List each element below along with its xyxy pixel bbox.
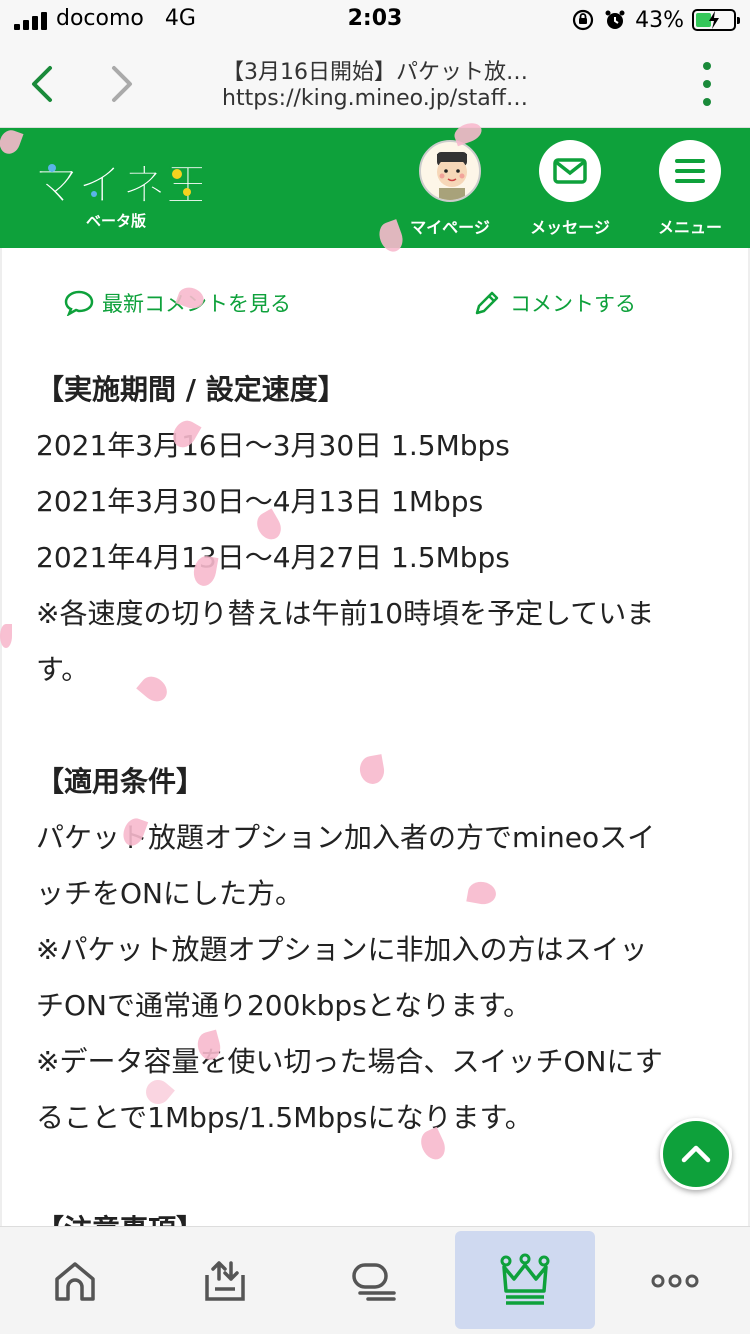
message-button[interactable]: メッセージ <box>520 140 620 240</box>
message-label: メッセージ <box>530 218 610 237</box>
section-heading-notes: 【注意事項】 <box>36 1202 726 1226</box>
post-comment-label: コメントする <box>510 292 636 316</box>
svg-text:マイネ王: マイネ王 <box>34 160 202 210</box>
article-line: 2021年3月30日〜4月13日 1Mbps <box>36 485 484 518</box>
scroll-to-top-button[interactable] <box>660 1118 732 1190</box>
mypage-label: マイページ <box>410 218 490 237</box>
tab-chat[interactable] <box>305 1227 445 1334</box>
article-line: 2021年4月13日〜4月27日 1.5Mbps <box>36 541 510 574</box>
crown-icon <box>500 1253 550 1305</box>
article-line: ることで1Mbps/1.5Mbpsになります。 <box>36 1101 533 1134</box>
tab-upload[interactable] <box>155 1227 295 1334</box>
mineo-king-logo[interactable]: マイネ王 <box>32 154 203 211</box>
tab-more[interactable] <box>605 1227 745 1334</box>
article-line: チONで通常通り200kbpsとなります。 <box>36 989 532 1022</box>
article-line: ッチをONにした方。 <box>36 877 303 910</box>
petal-decoration <box>0 624 12 648</box>
mypage-button[interactable]: マイページ <box>400 140 500 240</box>
charging-bolt-icon <box>709 11 719 29</box>
browser-toolbar: 【3月16日開始】パケット放… https://king.mineo.jp/st… <box>0 40 750 128</box>
speech-bubble-icon <box>64 290 94 316</box>
chat-icon <box>352 1263 396 1301</box>
site-header: マイネ王 ベータ版 マイページ メッセージ メニュー <box>0 128 750 248</box>
article-line: ※パケット放題オプションに非加入の方はスイッ <box>36 933 648 966</box>
menu-button[interactable]: メニュー <box>640 140 740 240</box>
status-right: 43% <box>571 4 740 36</box>
home-icon <box>55 1262 95 1301</box>
post-comment-link[interactable]: コメントする <box>472 288 636 318</box>
battery-percent: 43% <box>635 7 684 33</box>
section-heading-period: 【実施期間 / 設定速度】 <box>36 373 346 406</box>
article-line: ※データ容量を使い切った場合、スイッチONにす <box>36 1045 663 1078</box>
logo-subtitle: ベータ版 <box>86 212 147 230</box>
article-content: 最新コメントを見る コメントする 【実施期間 / 設定速度】 2021年3月16… <box>0 248 750 1226</box>
kebab-icon[interactable] <box>700 62 714 106</box>
chevron-up-icon <box>681 1145 711 1163</box>
menu-label: メニュー <box>657 218 722 237</box>
status-bar: docomo 4G 2:03 43% <box>0 0 750 40</box>
more-dots-icon <box>651 1274 699 1288</box>
chevron-left-icon[interactable] <box>22 60 62 108</box>
upload-icon <box>205 1261 245 1301</box>
battery-icon <box>692 9 740 31</box>
envelope-icon <box>539 140 601 202</box>
chevron-right-icon[interactable] <box>102 60 142 108</box>
tab-king[interactable] <box>455 1231 595 1329</box>
avatar <box>419 140 481 202</box>
article-line: ※各速度の切り替えは午前10時頃を予定していま <box>36 597 655 630</box>
pencil-icon <box>475 291 499 315</box>
bottom-tab-bar <box>0 1226 750 1334</box>
page-title[interactable]: 【3月16日開始】パケット放… <box>150 54 600 86</box>
article-line: 2021年3月16日〜3月30日 1.5Mbps <box>36 429 510 462</box>
tab-home[interactable] <box>5 1227 145 1334</box>
hamburger-icon <box>659 140 721 202</box>
page-url[interactable]: https://king.mineo.jp/staff… <box>150 86 600 111</box>
alarm-icon <box>605 10 625 29</box>
orientation-lock-icon <box>572 9 594 31</box>
